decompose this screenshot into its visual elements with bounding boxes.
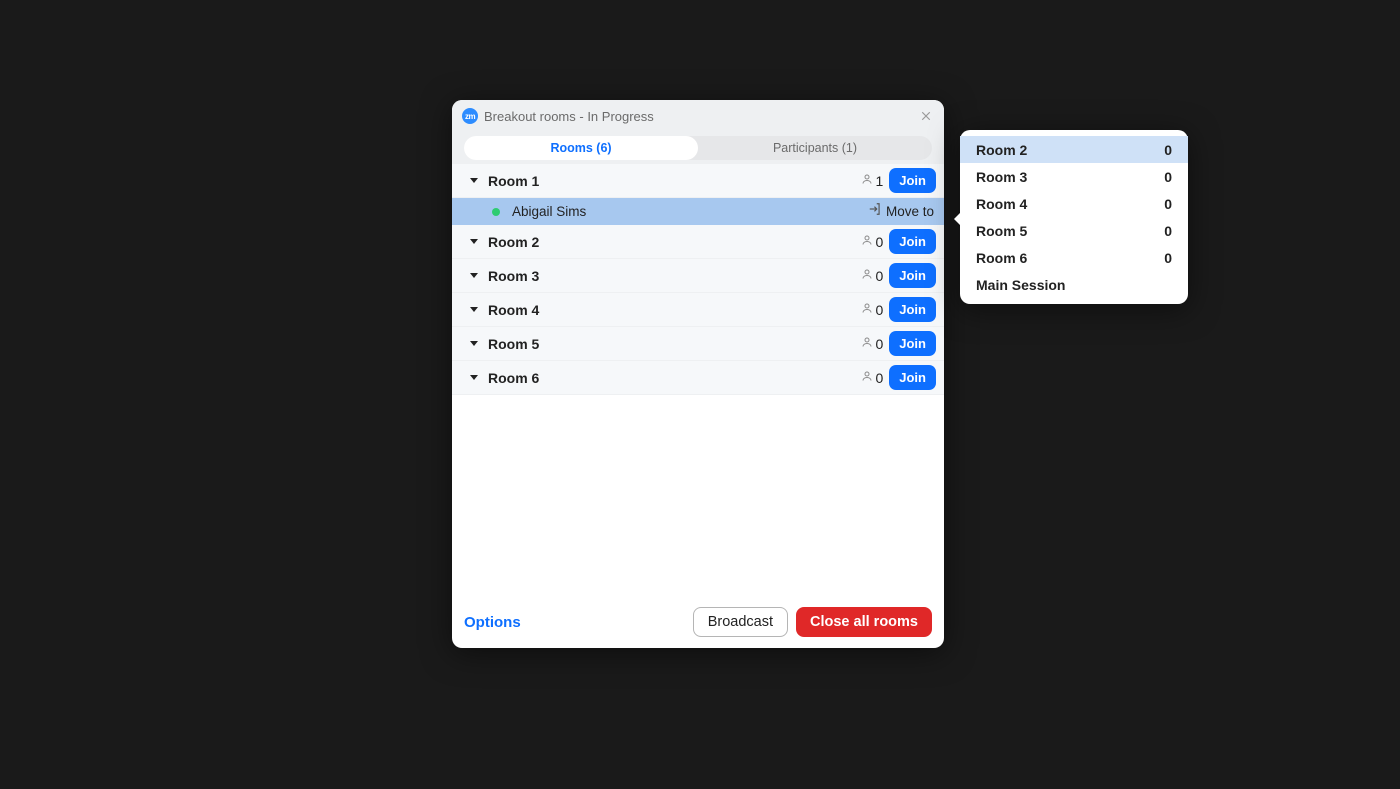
caret-down-icon	[470, 375, 478, 380]
room-name: Room 2	[488, 234, 861, 250]
caret-down-icon	[470, 178, 478, 183]
close-all-rooms-button[interactable]: Close all rooms	[796, 607, 932, 637]
move-to-icon	[868, 202, 886, 221]
move-to-option-count: 0	[1164, 250, 1172, 266]
person-icon	[861, 172, 875, 190]
popup-arrow	[954, 212, 961, 226]
person-icon	[861, 369, 875, 387]
move-to-option-name: Room 3	[976, 169, 1164, 185]
move-to-option-name: Room 5	[976, 223, 1164, 239]
room-name: Room 6	[488, 370, 861, 386]
participant-count: 0	[875, 268, 883, 284]
move-to-button[interactable]: Move to	[886, 204, 934, 219]
room-name: Room 5	[488, 336, 861, 352]
tab-rooms[interactable]: Rooms (6)	[464, 136, 698, 160]
join-button[interactable]: Join	[889, 263, 936, 288]
room-row[interactable]: Room 1 1 Join	[452, 164, 944, 198]
participant-count: 0	[875, 336, 883, 352]
join-button[interactable]: Join	[889, 229, 936, 254]
room-row[interactable]: Room 2 0 Join	[452, 225, 944, 259]
dialog-footer: Options Broadcast Close all rooms	[452, 596, 944, 648]
room-name: Room 1	[488, 173, 861, 189]
breakout-rooms-dialog: zm Breakout rooms - In Progress Rooms (6…	[452, 100, 944, 648]
join-button[interactable]: Join	[889, 331, 936, 356]
participant-count: 0	[875, 370, 883, 386]
move-to-option[interactable]: Main Session	[960, 271, 1188, 298]
move-to-option[interactable]: Room 30	[960, 163, 1188, 190]
move-to-option-count: 0	[1164, 169, 1172, 185]
caret-down-icon	[470, 273, 478, 278]
tabs-container: Rooms (6) Participants (1)	[452, 132, 944, 164]
room-row[interactable]: Room 6 0 Join	[452, 361, 944, 395]
caret-down-icon	[470, 239, 478, 244]
participant-count: 1	[875, 173, 883, 189]
move-to-option[interactable]: Room 50	[960, 217, 1188, 244]
participant-count: 0	[875, 234, 883, 250]
dialog-title: Breakout rooms - In Progress	[484, 109, 912, 124]
person-icon	[861, 267, 875, 285]
participant-count: 0	[875, 302, 883, 318]
participant-name: Abigail Sims	[512, 204, 868, 219]
move-to-popup: Room 20Room 30Room 40Room 50Room 60Main …	[960, 130, 1188, 304]
caret-down-icon	[470, 341, 478, 346]
caret-down-icon	[470, 307, 478, 312]
move-to-option-name: Room 6	[976, 250, 1164, 266]
tab-participants[interactable]: Participants (1)	[698, 136, 932, 160]
room-name: Room 3	[488, 268, 861, 284]
join-button[interactable]: Join	[889, 297, 936, 322]
room-name: Room 4	[488, 302, 861, 318]
participant-row[interactable]: Abigail Sims Move to	[452, 198, 944, 225]
move-to-option-name: Room 2	[976, 142, 1164, 158]
person-icon	[861, 233, 875, 251]
room-list: Room 1 1 Join Abigail Sims Move to Room 2 0 Joi…	[452, 164, 944, 596]
join-button[interactable]: Join	[889, 168, 936, 193]
join-button[interactable]: Join	[889, 365, 936, 390]
room-row[interactable]: Room 3 0 Join	[452, 259, 944, 293]
move-to-option-name: Room 4	[976, 196, 1164, 212]
move-to-option-count: 0	[1164, 223, 1172, 239]
titlebar: zm Breakout rooms - In Progress	[452, 100, 944, 132]
room-row[interactable]: Room 4 0 Join	[452, 293, 944, 327]
status-dot-icon	[492, 208, 500, 216]
move-to-option[interactable]: Room 20	[960, 136, 1188, 163]
move-to-option[interactable]: Room 60	[960, 244, 1188, 271]
broadcast-button[interactable]: Broadcast	[693, 607, 788, 637]
options-button[interactable]: Options	[464, 614, 521, 631]
person-icon	[861, 301, 875, 319]
app-badge: zm	[462, 108, 478, 124]
move-to-option[interactable]: Room 40	[960, 190, 1188, 217]
close-icon[interactable]	[918, 108, 934, 124]
move-to-option-name: Main Session	[976, 277, 1172, 293]
room-row[interactable]: Room 5 0 Join	[452, 327, 944, 361]
move-to-option-count: 0	[1164, 142, 1172, 158]
person-icon	[861, 335, 875, 353]
move-to-option-count: 0	[1164, 196, 1172, 212]
